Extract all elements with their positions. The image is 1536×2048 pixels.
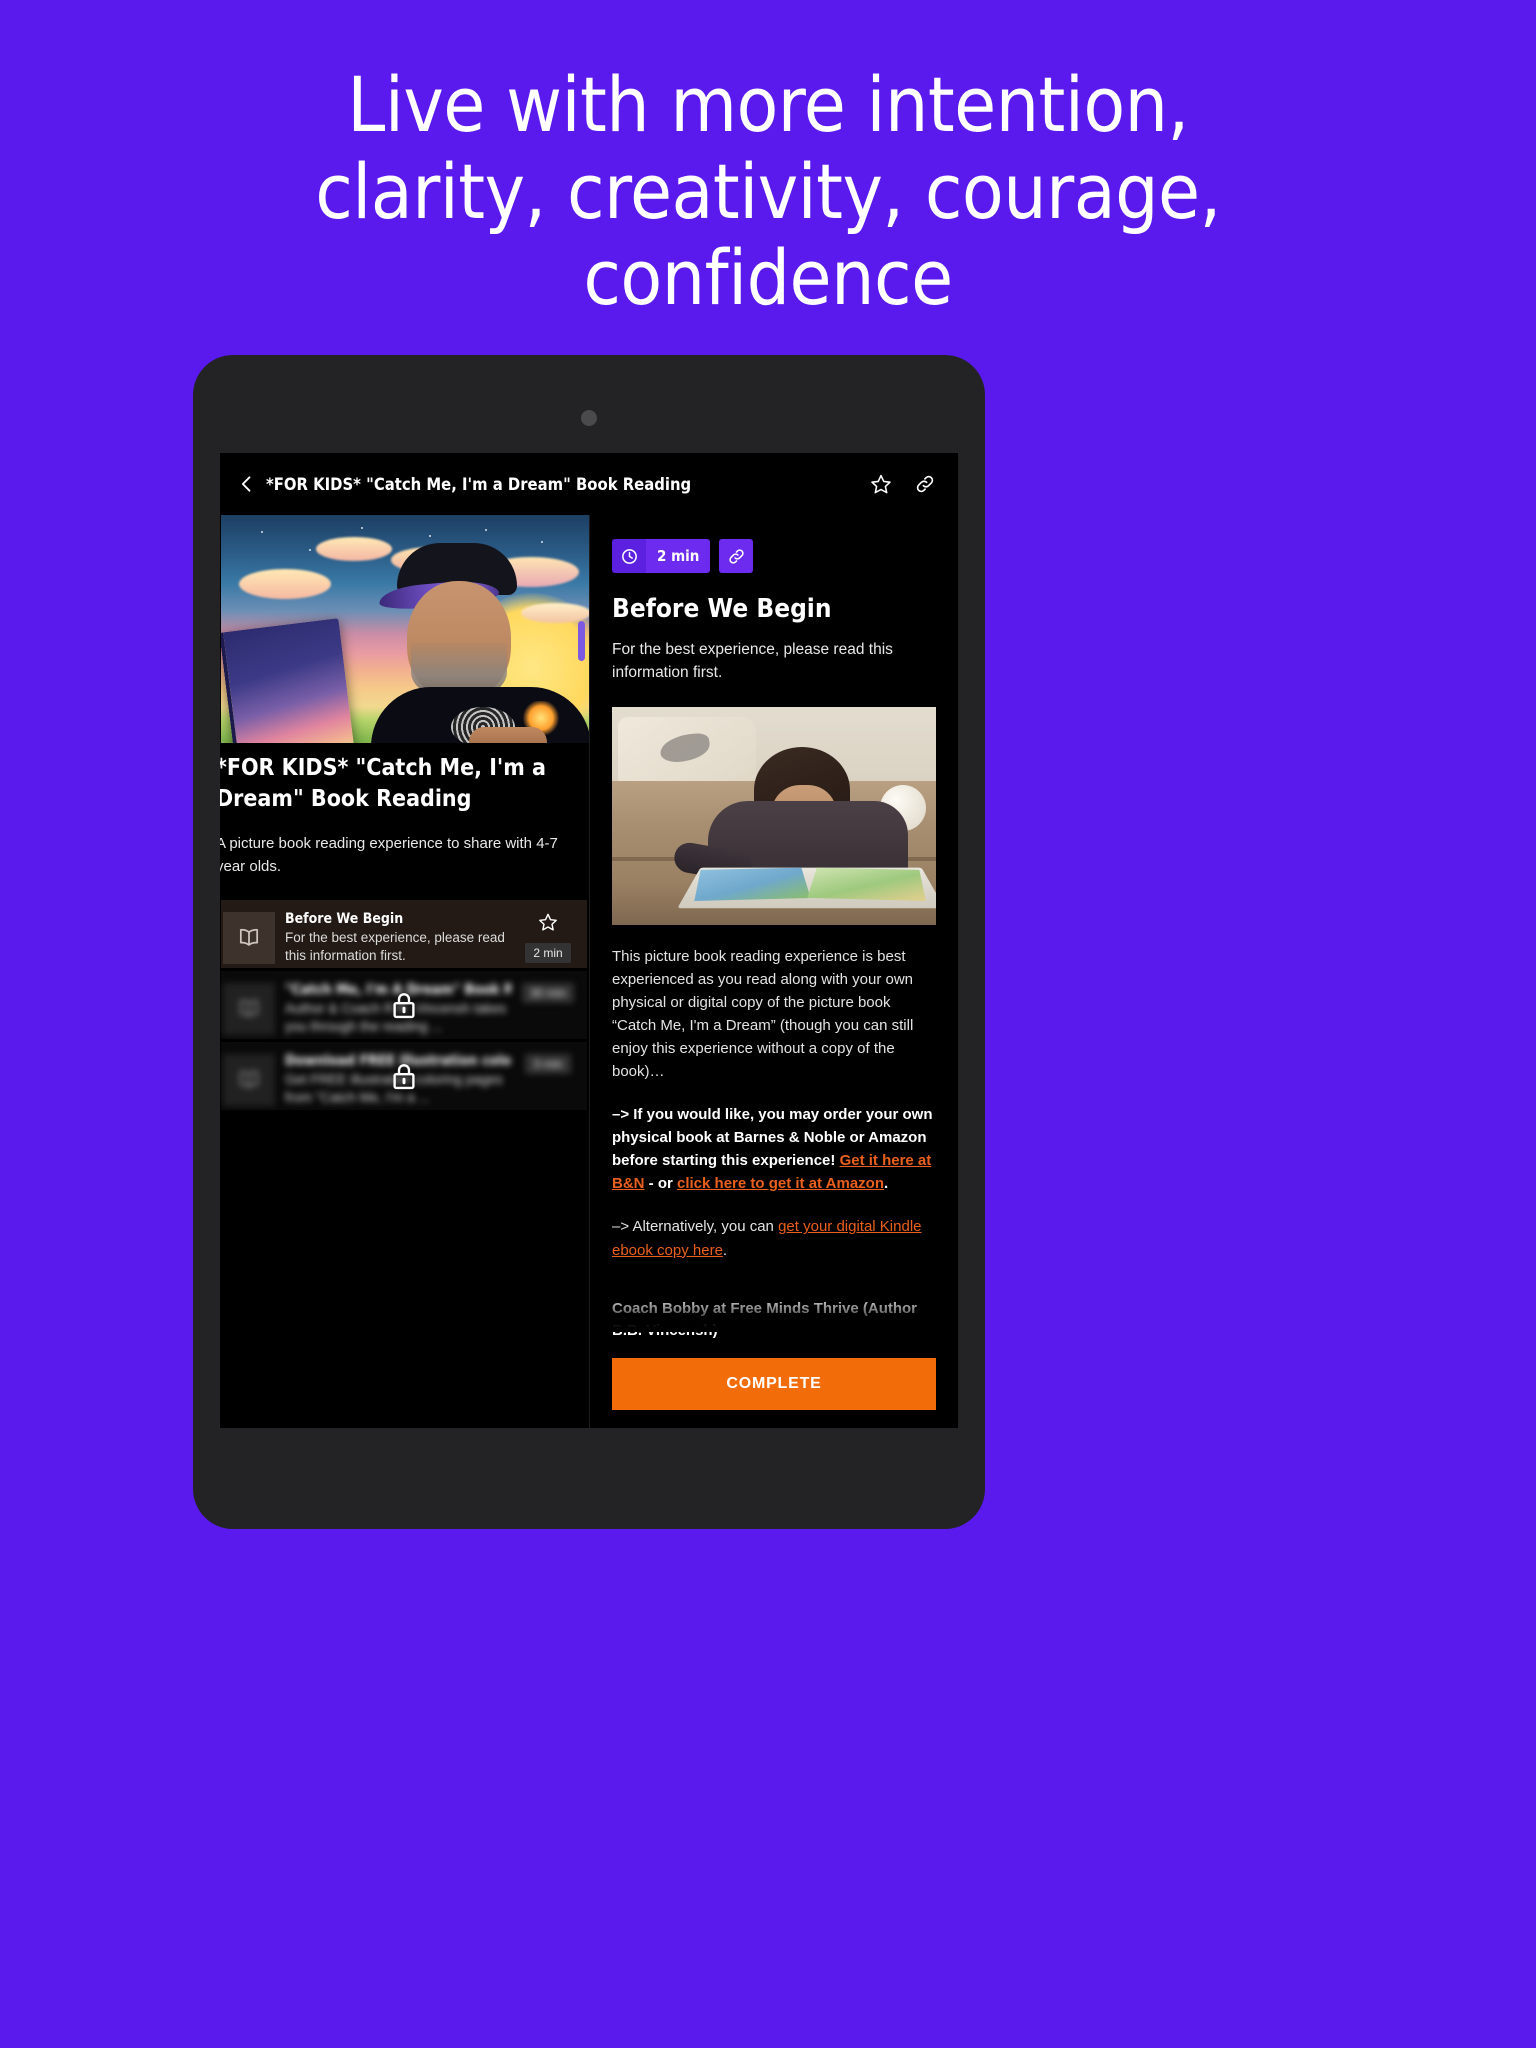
headline-line-3: confidence (583, 233, 953, 323)
star-outline-icon[interactable] (538, 912, 558, 937)
course-title: *FOR KIDS* "Catch Me, I'm a Dream" Book … (220, 755, 546, 813)
lesson-duration: 30 min (521, 983, 575, 1003)
lesson-subtitle: Get FREE illustration coloring pages fro… (285, 1072, 503, 1106)
hero-scroll-indicator[interactable] (578, 621, 585, 661)
duration-badge: 2 min (612, 539, 711, 573)
complete-button[interactable]: COMPLETE (612, 1358, 936, 1410)
link-icon[interactable] (912, 471, 938, 497)
complete-button-container: COMPLETE (612, 1358, 936, 1410)
amazon-purchase-link[interactable]: click here to get it at Amazon (677, 1175, 884, 1192)
list-item[interactable]: "Catch Me, I'm A Dream" Book Reading Exp… (221, 971, 587, 1039)
lesson-paragraph-2: –> If you would like, you may order your… (612, 1103, 936, 1195)
app-bar-actions (868, 471, 938, 497)
course-hero-image (221, 515, 589, 743)
lesson-duration: 3 min (525, 1054, 571, 1074)
lesson-name: "Catch Me, I'm A Dream" Book Reading Exp… (285, 982, 511, 998)
promo-headline: Live with more intention, clarity, creat… (0, 0, 1536, 322)
paragraph-2-text-after: . (884, 1175, 889, 1193)
lesson-subtitle: For the best experience, please read thi… (285, 930, 505, 964)
open-book-icon (223, 912, 275, 964)
open-book-icon (223, 983, 275, 1035)
clock-icon (612, 539, 646, 573)
open-book-icon (223, 1054, 275, 1106)
list-item[interactable]: Before We Begin For the best experience,… (221, 900, 587, 968)
list-item[interactable]: Download FREE illustration coloring page… (221, 1042, 587, 1110)
app-bar: *FOR KIDS* "Catch Me, I'm a Dream" Book … (220, 453, 958, 515)
headline-line-1: Live with more intention, (347, 60, 1189, 149)
lesson-detail-pane: 2 min Before We Begin For the best exper… (590, 515, 958, 1428)
lesson-subtitle: Author & Coach R.R. Vincensh takes you t… (285, 1001, 507, 1035)
chevron-left-icon[interactable] (234, 471, 260, 497)
headline-line-2: clarity, creativity, courage, (315, 146, 1221, 236)
front-camera-dot (581, 410, 597, 426)
star-outline-icon[interactable] (868, 471, 894, 497)
lesson-meta-badges: 2 min (612, 515, 936, 573)
duration-badge-label: 2 min (646, 539, 711, 573)
app-bar-title: *FOR KIDS* "Catch Me, I'm a Dream" Book … (266, 474, 692, 494)
paragraph-3-text-before: –> Alternatively, you can (612, 1218, 779, 1236)
paragraph-3-text-after: . (722, 1241, 728, 1259)
lesson-name: Download FREE illustration coloring page… (285, 1053, 511, 1069)
lesson-name: Before We Begin (285, 911, 404, 927)
lesson-paragraph-3: –> Alternatively, you can get your digit… (612, 1215, 936, 1261)
device-screen: *FOR KIDS* "Catch Me, I'm a Dream" Book … (220, 453, 958, 1428)
lesson-lead-text: For the best experience, please read thi… (612, 641, 893, 682)
lesson-title: Before We Begin (612, 594, 832, 624)
paragraph-2-middle: - or (644, 1175, 677, 1193)
list-fade-overlay (220, 1358, 589, 1428)
lesson-photo (612, 706, 936, 925)
lesson-signature: Coach Bobby at Free Minds Thrive (Author… (612, 1299, 918, 1340)
course-outline-pane: *FOR KIDS* "Catch Me, I'm a Dream" Book … (220, 515, 590, 1428)
tablet-device-frame: *FOR KIDS* "Catch Me, I'm a Dream" Book … (193, 355, 985, 1529)
link-icon[interactable] (719, 539, 754, 573)
course-description: A picture book reading experience to sha… (220, 835, 558, 875)
lesson-list: Before We Begin For the best experience,… (221, 900, 587, 1113)
lesson-paragraph-1: This picture book reading experience is … (612, 947, 914, 1080)
content-panes: *FOR KIDS* "Catch Me, I'm a Dream" Book … (220, 515, 958, 1428)
lesson-duration: 2 min (525, 943, 571, 963)
